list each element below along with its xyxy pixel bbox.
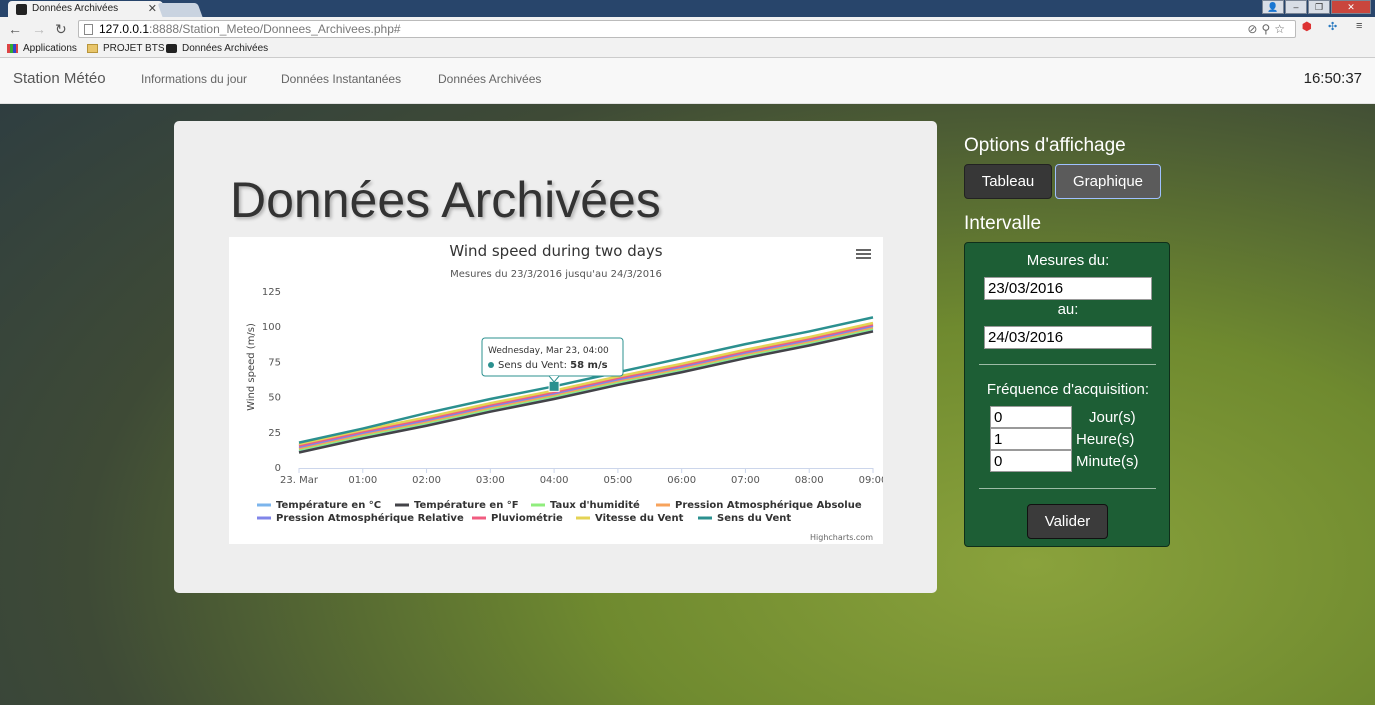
bookmark-applications[interactable]: Applications [7, 43, 77, 54]
interval-title: Intervalle [964, 213, 1042, 234]
bookmark-label: PROJET BTS [103, 43, 165, 54]
favicon-icon [166, 44, 177, 53]
wind-chart: Wind speed during two days Mesures du 23… [246, 242, 887, 542]
bookmark-label: Applications [23, 43, 77, 54]
tooltip-value: Sens du Vent: 58 m/s [498, 360, 608, 371]
blocked-icon[interactable]: ⊘ [1247, 22, 1261, 36]
legend-item[interactable]: Température en °F [414, 499, 519, 511]
page-icon [84, 24, 93, 35]
minutes-input[interactable] [990, 450, 1072, 472]
x-tick-label: 23. Mar [280, 475, 319, 486]
divider [979, 488, 1156, 489]
legend-item[interactable]: Pression Atmosphérique Relative [276, 512, 464, 524]
y-tick-label: 100 [262, 322, 281, 333]
url-host: 127.0.0.1 [99, 22, 150, 36]
maximize-icon[interactable]: ❐ [1308, 0, 1330, 14]
x-tick-label: 07:00 [731, 475, 760, 486]
legend-item[interactable]: Vitesse du Vent [595, 513, 684, 524]
site-navbar: Station Météo Informations du jour Donné… [0, 58, 1375, 104]
y-tick-label: 0 [275, 463, 281, 474]
extension-icon[interactable]: ✣ [1328, 20, 1337, 33]
hours-unit: Heure(s) [1076, 431, 1135, 448]
minutes-unit: Minute(s) [1076, 453, 1139, 470]
divider [979, 364, 1156, 365]
address-bar[interactable]: 127.0.0.1:8888/Station_Meteo/Donnees_Arc… [78, 20, 1296, 38]
star-icon[interactable]: ☆ [1274, 22, 1289, 36]
y-tick-label: 50 [268, 393, 281, 404]
bookmark-projet-bts[interactable]: PROJET BTS [87, 43, 165, 54]
hours-input[interactable] [990, 428, 1072, 450]
chart-credits[interactable]: Highcharts.com [810, 533, 873, 542]
forward-icon[interactable]: → [32, 21, 46, 37]
series-line[interactable] [298, 316, 874, 444]
legend-item[interactable]: Pression Atmosphérique Absolue [675, 499, 862, 511]
x-tick-label: 05:00 [603, 475, 632, 486]
tableau-button[interactable]: Tableau [964, 164, 1052, 199]
bookmark-label: Données Archivées [182, 43, 269, 54]
back-icon[interactable]: ← [8, 21, 22, 37]
nav-donnees-instantanees[interactable]: Données Instantanées [281, 72, 401, 86]
chart-container: Wind speed during two days Mesures du 23… [229, 237, 887, 544]
close-window-icon[interactable]: ✕ [1331, 0, 1371, 14]
page-title: Données Archivées [230, 172, 661, 228]
x-tick-label: 09:00 [859, 475, 883, 486]
from-label: Mesures du: [1026, 252, 1110, 269]
from-date-input[interactable] [984, 277, 1152, 300]
y-axis-title: Wind speed (m/s) [246, 323, 257, 411]
days-input[interactable] [990, 406, 1072, 428]
days-unit: Jour(s) [1089, 409, 1136, 426]
x-tick-label: 06:00 [667, 475, 696, 486]
tooltip-bullet [488, 362, 494, 368]
new-tab-button[interactable] [157, 3, 203, 17]
tab-close-icon[interactable]: ✕ [148, 2, 157, 15]
y-tick-label: 125 [262, 287, 281, 298]
y-tick-label: 25 [268, 428, 281, 439]
x-tick-label: 03:00 [476, 475, 505, 486]
y-tick-label: 75 [268, 357, 281, 368]
tab-title: Données Archivées [32, 3, 119, 14]
menu-icon[interactable]: ≡ [1356, 20, 1362, 32]
chart-title: Wind speed during two days [449, 242, 662, 260]
nav-donnees-archivees[interactable]: Données Archivées [438, 72, 541, 86]
brand-link[interactable]: Station Météo [13, 70, 106, 87]
x-tick-label: 04:00 [540, 475, 569, 486]
browser-tab[interactable]: Données Archivées ✕ [8, 1, 163, 17]
folder-icon [87, 44, 98, 53]
bookmark-donnees-archivees[interactable]: Données Archivées [166, 43, 268, 54]
legend-item[interactable]: Température en °C [276, 499, 381, 511]
bookmarks-bar: Applications PROJET BTS Données Archivée… [0, 41, 1375, 58]
to-label: au: [1057, 301, 1079, 318]
x-tick-label: 08:00 [795, 475, 824, 486]
chart-subtitle: Mesures du 23/3/2016 jusqu'au 24/3/2016 [450, 269, 662, 280]
tooltip-date: Wednesday, Mar 23, 04:00 [488, 346, 609, 356]
interval-panel: Mesures du: au: Fréquence d'acquisition:… [964, 242, 1170, 547]
minimize-icon[interactable]: – [1285, 0, 1307, 14]
window-controls: 👤 – ❐ ✕ [1262, 0, 1371, 14]
chart-menu-icon[interactable] [856, 249, 871, 259]
valider-button[interactable]: Valider [1027, 504, 1108, 539]
frequency-label: Fréquence d'acquisition: [986, 381, 1150, 398]
user-icon[interactable]: 👤 [1262, 0, 1284, 14]
nav-informations-du-jour[interactable]: Informations du jour [141, 72, 247, 86]
x-tick-label: 02:00 [412, 475, 441, 486]
graphique-button[interactable]: Graphique [1055, 164, 1161, 199]
options-title: Options d'affichage [964, 135, 1126, 156]
browser-toolbar: ← → ↻ 127.0.0.1:8888/Station_Meteo/Donne… [0, 17, 1375, 41]
legend-item[interactable]: Taux d'humidité [550, 499, 640, 511]
apps-grid-icon [7, 44, 18, 53]
url-path: :8888/Station_Meteo/Donnees_Archivees.ph… [149, 22, 401, 36]
to-date-input[interactable] [984, 326, 1152, 349]
legend-item[interactable]: Sens du Vent [717, 513, 791, 524]
data-point-marker[interactable] [548, 380, 560, 392]
reload-icon[interactable]: ↻ [55, 21, 67, 38]
zoom-icon[interactable]: ⚲ [1261, 22, 1274, 36]
address-bar-icons: ⊘⚲☆ [1247, 22, 1289, 36]
clock: 16:50:37 [1303, 70, 1362, 87]
legend-item[interactable]: Pluviométrie [491, 512, 563, 524]
adblock-icon[interactable]: ⬢ [1302, 20, 1312, 33]
favicon-icon [16, 4, 27, 15]
x-tick-label: 01:00 [348, 475, 377, 486]
browser-tabbar: Données Archivées ✕ 👤 – ❐ ✕ [0, 0, 1375, 17]
